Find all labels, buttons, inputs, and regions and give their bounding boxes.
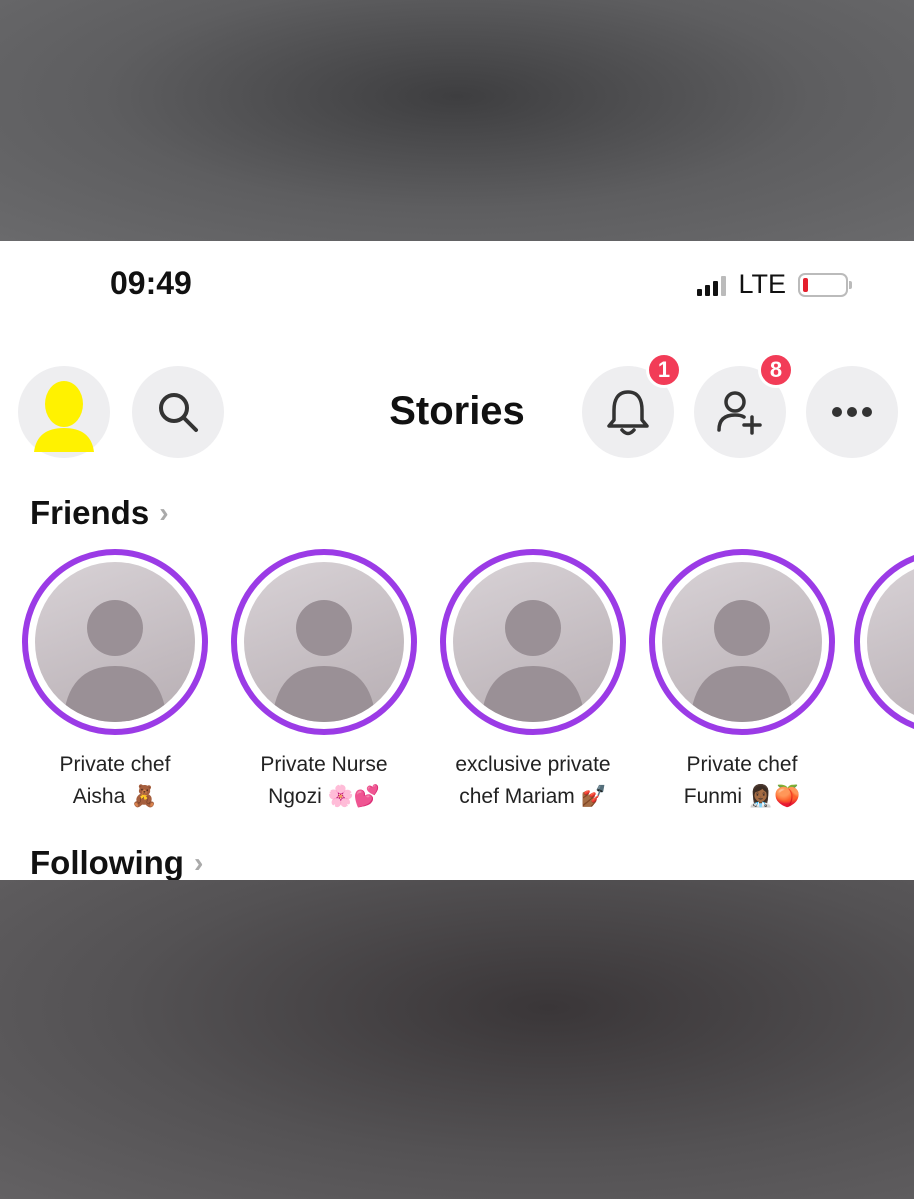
story-item[interactable]: exclusive private chef Mariam 💅🏾 xyxy=(436,549,630,813)
following-section-title: Following xyxy=(30,844,184,880)
story-label-line1: Private Nurse xyxy=(260,753,388,776)
chevron-right-icon: › xyxy=(159,497,169,528)
story-thumbnail-placeholder xyxy=(453,562,613,722)
story-item-partial[interactable] xyxy=(850,549,914,735)
notifications-button[interactable]: 1 xyxy=(582,352,682,458)
notifications-badge: 1 xyxy=(646,352,682,388)
story-item[interactable]: Private chef Aisha 🧸 xyxy=(18,549,212,813)
story-ring xyxy=(854,549,914,735)
story-ring xyxy=(22,549,208,735)
story-thumbnail-placeholder xyxy=(244,562,404,722)
story-thumbnail-placeholder xyxy=(662,562,822,722)
story-thumbnail-placeholder xyxy=(35,562,195,722)
add-friend-badge: 8 xyxy=(758,352,794,388)
network-label: LTE xyxy=(738,269,786,299)
story-ring xyxy=(649,549,835,735)
story-label-line1: Private chef xyxy=(686,753,798,776)
story-label: exclusive private chef Mariam 💅🏾 xyxy=(455,749,610,813)
story-ring xyxy=(440,549,626,735)
status-indicators: LTE xyxy=(697,269,852,300)
story-label: Private chef Aisha 🧸 xyxy=(60,749,171,813)
add-friend-button[interactable]: 8 xyxy=(694,352,794,458)
story-label: Private Nurse Ngozi 🌸💕 xyxy=(260,749,387,813)
phone-screen: 09:49 LTE Stories 1 8 Friends › Private … xyxy=(0,241,914,880)
story-label-line1: exclusive private xyxy=(455,753,611,776)
story-thumbnail-placeholder xyxy=(867,562,914,722)
blurred-background-top xyxy=(0,0,914,241)
story-ring xyxy=(231,549,417,735)
story-label-line2: Ngozi 🌸💕 xyxy=(268,785,380,808)
friends-section-title: Friends xyxy=(30,494,150,531)
bell-icon xyxy=(607,390,649,436)
more-button[interactable] xyxy=(806,366,898,458)
status-time: 09:49 xyxy=(110,265,192,301)
story-label-line2: Funmi 👩🏾‍⚕️🍑 xyxy=(683,785,801,808)
story-item[interactable]: Private chef Funmi 👩🏾‍⚕️🍑 xyxy=(645,549,839,813)
blurred-background-bottom xyxy=(0,880,914,1199)
more-icon xyxy=(832,407,872,417)
friends-section-header[interactable]: Friends › xyxy=(30,494,169,532)
signal-icon xyxy=(697,274,727,296)
story-label-line2: chef Mariam 💅🏾 xyxy=(459,785,607,808)
add-friend-icon xyxy=(717,391,762,435)
story-label-line1: Private chef xyxy=(59,753,171,776)
following-section-header[interactable]: Following › xyxy=(30,844,203,880)
story-label: Private chef Funmi 👩🏾‍⚕️🍑 xyxy=(684,749,800,813)
battery-icon xyxy=(798,272,852,297)
story-label-line2: Aisha 🧸 xyxy=(72,785,158,808)
chevron-right-icon: › xyxy=(193,847,204,878)
story-item[interactable]: Private Nurse Ngozi 🌸💕 xyxy=(227,549,421,813)
